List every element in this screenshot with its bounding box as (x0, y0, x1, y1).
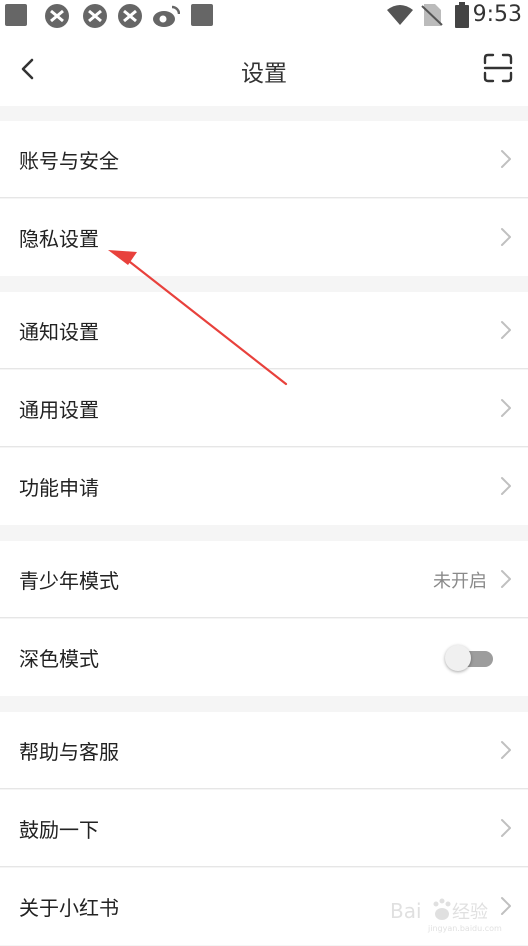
settings-row-encourage[interactable]: 鼓励一下 (0, 790, 528, 867)
header-bar: 设置 (0, 30, 528, 106)
chevron-right-icon (501, 570, 511, 588)
dark-mode-toggle[interactable] (445, 645, 495, 671)
row-label: 通知设置 (19, 320, 99, 344)
teen-mode-status: 未开启 (433, 571, 487, 592)
row-label: 帮助与客服 (19, 740, 119, 764)
chevron-right-icon (501, 477, 511, 495)
app-icon (118, 4, 142, 28)
no-sim-icon (421, 4, 443, 26)
scan-icon[interactable] (482, 52, 514, 84)
chevron-right-icon (501, 399, 511, 417)
chevron-right-icon (501, 321, 511, 339)
chevron-right-icon (501, 228, 511, 246)
chevron-right-icon (501, 741, 511, 759)
row-label: 隐私设置 (19, 227, 99, 251)
app-icon (45, 4, 69, 28)
toggle-knob (445, 645, 471, 671)
app-icon (83, 4, 107, 28)
settings-row-teen-mode[interactable]: 青少年模式 未开启 (0, 541, 528, 618)
row-label: 通用设置 (19, 398, 99, 422)
status-time: 9:53 (472, 2, 522, 27)
svg-text:jingyan.baidu.com: jingyan.baidu.com (427, 924, 502, 933)
row-label: 关于小红书 (19, 896, 119, 920)
notification-square-icon (5, 4, 27, 26)
settings-row-account-security[interactable]: 账号与安全 (0, 121, 528, 198)
page-title: 设置 (241, 61, 287, 87)
row-label: 鼓励一下 (19, 818, 99, 842)
notification-square-icon (191, 4, 213, 26)
chevron-right-icon (501, 819, 511, 837)
settings-row-feature-request[interactable]: 功能申请 (0, 448, 528, 525)
watermark-logo: Bai 经验 jingyan.baidu.com (390, 898, 502, 933)
row-label: 青少年模式 (19, 569, 119, 593)
settings-row-help[interactable]: 帮助与客服 (0, 712, 528, 789)
status-bar: 9:53 (0, 0, 528, 30)
wifi-icon (387, 5, 413, 25)
battery-icon (455, 2, 469, 28)
settings-row-notifications[interactable]: 通知设置 (0, 292, 528, 369)
weibo-icon (153, 5, 180, 27)
settings-row-general[interactable]: 通用设置 (0, 370, 528, 447)
settings-row-dark-mode: 深色模式 (0, 619, 528, 696)
row-label: 账号与安全 (19, 149, 119, 173)
svg-text:经验: 经验 (452, 902, 488, 923)
svg-text:Bai: Bai (390, 899, 422, 923)
row-label: 深色模式 (19, 647, 99, 671)
row-label: 功能申请 (19, 476, 99, 500)
chevron-right-icon (501, 150, 511, 168)
settings-row-privacy[interactable]: 隐私设置 (0, 199, 528, 276)
